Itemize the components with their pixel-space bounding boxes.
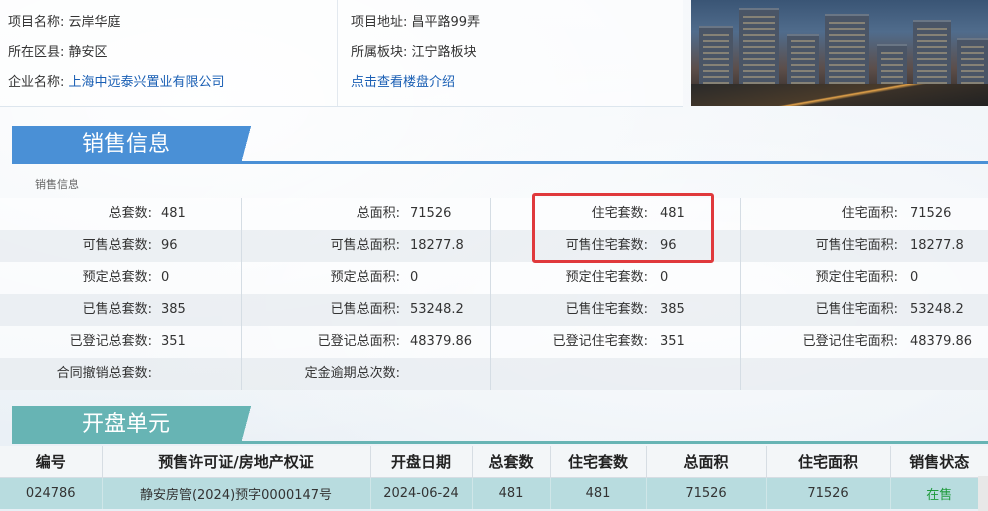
company-row: 企业名称: 上海中远泰兴置业有限公司 bbox=[8, 70, 333, 100]
sales-field-label: 预定住宅套数: bbox=[565, 270, 648, 285]
sales-info-row: 合同撤销总套数: 定金逾期总次数: bbox=[0, 358, 988, 390]
sales-field-label: 可售总面积: bbox=[330, 238, 400, 253]
open-units-table: 编号 预售许可证/房地产权证 开盘日期 总套数 住宅套数 总面积 住宅面积 销售… bbox=[0, 446, 988, 509]
residential-count-highlight-box bbox=[532, 193, 714, 263]
table-row[interactable]: 024786 静安房管(2024)预字0000147号 2024-06-24 4… bbox=[0, 477, 988, 509]
block-label: 所属板块: bbox=[351, 45, 408, 60]
address-label: 项目地址: bbox=[351, 15, 408, 30]
grid-divider bbox=[740, 198, 741, 390]
sales-info-header: 销售信息 bbox=[12, 126, 988, 164]
sales-field-value: 71526 bbox=[410, 206, 452, 221]
sales-info-title: 销售信息 bbox=[12, 126, 240, 164]
sales-field-value: 351 bbox=[660, 334, 685, 349]
sales-field-label: 已登记住宅面积: bbox=[802, 334, 898, 349]
open-units-title: 开盘单元 bbox=[12, 406, 240, 444]
col-header-permit: 预售许可证/房地产权证 bbox=[102, 446, 371, 478]
sales-field-label: 住宅面积: bbox=[841, 206, 898, 221]
sales-field-value: 481 bbox=[161, 206, 186, 221]
sales-field-label: 已售住宅面积: bbox=[815, 302, 898, 317]
district-value: 静安区 bbox=[68, 45, 108, 60]
sales-field-label: 已登记住宅套数: bbox=[552, 334, 648, 349]
sales-field-value: 96 bbox=[161, 238, 178, 253]
cell-total-area: 71526 bbox=[646, 477, 767, 509]
district-label: 所在区县: bbox=[8, 45, 65, 60]
project-intro-link[interactable]: 点击查看楼盘介绍 bbox=[351, 75, 455, 90]
sales-info-row: 已登记总套数: 351 已登记总面积: 48379.86 已登记住宅套数: 351 已登记住… bbox=[0, 326, 988, 358]
grid-divider bbox=[241, 198, 242, 390]
col-header-sales-status: 销售状态 bbox=[890, 446, 988, 478]
sales-field-value: 0 bbox=[910, 270, 919, 285]
cell-permit[interactable]: 静安房管(2024)预字0000147号 bbox=[102, 477, 371, 509]
sales-field-label: 预定总面积: bbox=[330, 270, 400, 285]
sales-field-value: 385 bbox=[161, 302, 186, 317]
sales-field-label: 已售总面积: bbox=[330, 302, 400, 317]
open-units-header: 开盘单元 bbox=[12, 406, 988, 444]
sales-field-label: 总面积: bbox=[356, 206, 400, 221]
sales-info-row: 预定总套数: 0 预定总面积: 0 预定住宅套数: 0 预定住宅面积: 0 bbox=[0, 262, 988, 294]
project-name-value: 云岸华庭 bbox=[68, 15, 121, 30]
project-info-panel: 项目名称: 云岸华庭 所在区县: 静安区 企业名称: 上海中远泰兴置业有限公司 … bbox=[0, 0, 683, 107]
sales-info-subtitle: 销售信息 bbox=[35, 178, 79, 191]
sales-field-value: 0 bbox=[161, 270, 170, 285]
sales-field-label: 可售总套数: bbox=[82, 238, 152, 253]
sales-field-label: 合同撤销总套数: bbox=[56, 366, 152, 381]
grid-divider bbox=[490, 198, 491, 390]
sales-field-label: 已售住宅套数: bbox=[565, 302, 648, 317]
project-photo[interactable] bbox=[691, 0, 988, 106]
sales-field-label: 总套数: bbox=[108, 206, 152, 221]
cell-residential-units: 481 bbox=[550, 477, 647, 509]
cell-residential-area: 71526 bbox=[766, 477, 891, 509]
intro-row: 点击查看楼盘介绍 bbox=[351, 70, 671, 100]
sales-field-label: 已登记总面积: bbox=[317, 334, 400, 349]
vertical-scrollbar[interactable] bbox=[978, 476, 988, 511]
district-row: 所在区县: 静安区 bbox=[8, 40, 333, 70]
sales-field-label: 定金逾期总次数: bbox=[304, 366, 400, 381]
sales-field-value: 351 bbox=[161, 334, 186, 349]
sales-field-value: 18277.8 bbox=[910, 238, 964, 253]
col-header-residential-units: 住宅套数 bbox=[550, 446, 647, 478]
project-info-left: 项目名称: 云岸华庭 所在区县: 静安区 企业名称: 上海中远泰兴置业有限公司 bbox=[8, 10, 333, 100]
col-header-total-area: 总面积 bbox=[646, 446, 767, 478]
block-row: 所属板块: 江宁路板块 bbox=[351, 40, 671, 70]
sales-field-label: 预定住宅面积: bbox=[815, 270, 898, 285]
sales-field-label: 已登记总套数: bbox=[69, 334, 152, 349]
sales-field-value: 48379.86 bbox=[910, 334, 973, 349]
col-header-number: 编号 bbox=[0, 446, 103, 478]
sales-info-grid: 总套数: 481 总面积: 71526 住宅套数: 481 住宅面积: 71526 可售总套数:… bbox=[0, 198, 988, 390]
col-header-residential-area: 住宅面积 bbox=[766, 446, 891, 478]
sales-info-row: 总套数: 481 总面积: 71526 住宅套数: 481 住宅面积: 71526 bbox=[0, 198, 988, 230]
sales-field-value: 48379.86 bbox=[410, 334, 473, 349]
sales-field-label: 已售总套数: bbox=[82, 302, 152, 317]
sales-field-value: 0 bbox=[410, 270, 419, 285]
company-label: 企业名称: bbox=[8, 75, 65, 90]
project-name-label: 项目名称: bbox=[8, 15, 65, 30]
address-value: 昌平路99弄 bbox=[411, 15, 481, 30]
project-name-row: 项目名称: 云岸华庭 bbox=[8, 10, 333, 40]
col-header-total-units: 总套数 bbox=[472, 446, 551, 478]
sales-field-value: 385 bbox=[660, 302, 685, 317]
cell-open-date: 2024-06-24 bbox=[370, 477, 473, 509]
info-divider bbox=[337, 0, 338, 106]
sales-field-label: 可售住宅面积: bbox=[815, 238, 898, 253]
sales-info-row: 已售总套数: 385 已售总面积: 53248.2 已售住宅套数: 385 已售住宅面积: 5… bbox=[0, 294, 988, 326]
sales-field-value: 53248.2 bbox=[410, 302, 464, 317]
cell-number: 024786 bbox=[0, 477, 103, 509]
project-info-right: 项目地址: 昌平路99弄 所属板块: 江宁路板块 点击查看楼盘介绍 bbox=[351, 10, 671, 100]
table-header-row: 编号 预售许可证/房地产权证 开盘日期 总套数 住宅套数 总面积 住宅面积 销售… bbox=[0, 446, 988, 478]
address-row: 项目地址: 昌平路99弄 bbox=[351, 10, 671, 40]
cell-sales-status[interactable]: 在售 bbox=[890, 477, 988, 509]
block-value: 江宁路板块 bbox=[411, 45, 477, 60]
sales-info-row: 可售总套数: 96 可售总面积: 18277.8 可售住宅套数: 96 可售住宅面积: 182… bbox=[0, 230, 988, 262]
sales-field-label: 预定总套数: bbox=[82, 270, 152, 285]
col-header-open-date: 开盘日期 bbox=[370, 446, 473, 478]
cell-total-units: 481 bbox=[472, 477, 551, 509]
sales-field-value: 18277.8 bbox=[410, 238, 464, 253]
sales-field-value: 0 bbox=[660, 270, 669, 285]
sales-field-value: 53248.2 bbox=[910, 302, 964, 317]
company-link[interactable]: 上海中远泰兴置业有限公司 bbox=[69, 75, 225, 90]
sales-field-value: 71526 bbox=[910, 206, 952, 221]
